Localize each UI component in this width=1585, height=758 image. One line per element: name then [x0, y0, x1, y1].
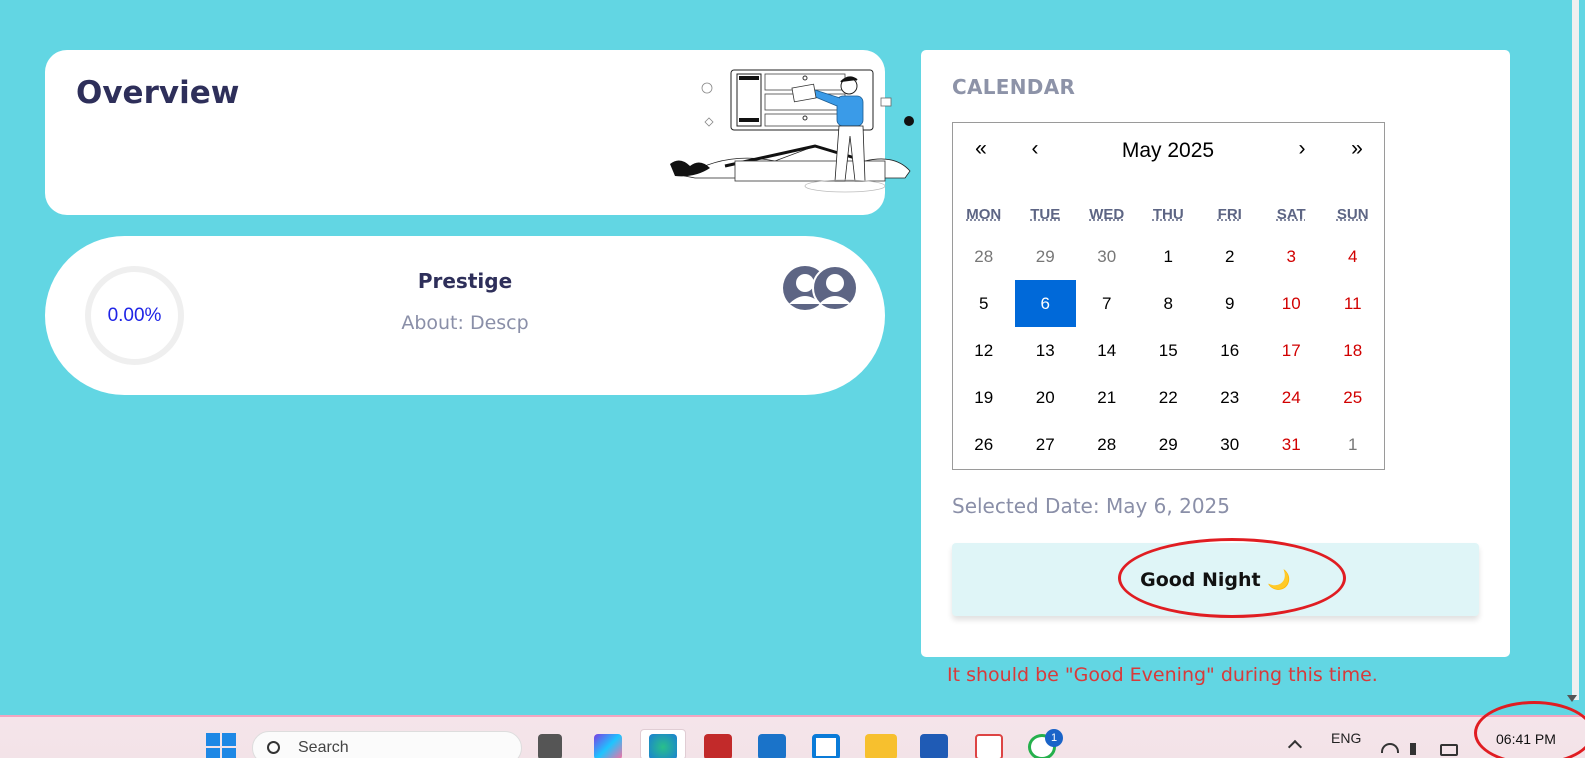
calendar-days-grid: 28 29 30 1 2 3 4 5 6 7 8 9 10 11 12 13 14 15 16 17 18 19 20 21 2… [953, 233, 1386, 468]
weekday-label: FRI [1217, 206, 1242, 223]
profile-card: 0.00% Prestige About: Descp [45, 236, 885, 395]
calendar-day[interactable]: 15 [1138, 327, 1200, 374]
weekday-label: SAT [1276, 206, 1306, 223]
calendar-day[interactable]: 20 [1015, 374, 1077, 421]
search-placeholder: Search [298, 739, 349, 756]
scroll-down-arrow-icon[interactable] [1567, 695, 1577, 702]
selected-date-text: Selected Date: May 6, 2025 [952, 494, 1230, 518]
calendar-day[interactable]: 24 [1261, 374, 1323, 421]
calendar-day[interactable]: 5 [953, 280, 1015, 327]
volume-icon[interactable] [1410, 743, 1424, 755]
calendar-day[interactable]: 1 [1322, 421, 1384, 468]
calendar-day[interactable]: 28 [953, 233, 1015, 280]
calendar-day[interactable]: 4 [1322, 233, 1384, 280]
annotation-note: It should be "Good Evening" during this … [947, 664, 1378, 686]
progress-value: 0.00% [107, 304, 162, 326]
calendar-day[interactable]: 8 [1138, 280, 1200, 327]
weekday-label: THU [1152, 206, 1184, 223]
search-icon [267, 741, 280, 754]
mail-icon[interactable] [704, 734, 732, 758]
prev-year-button[interactable]: « [966, 137, 996, 161]
calendar-day[interactable]: 13 [1015, 327, 1077, 374]
calendar-day[interactable]: 29 [1138, 421, 1200, 468]
calendar-day[interactable]: 31 [1261, 421, 1323, 468]
calendar-day[interactable]: 22 [1138, 374, 1200, 421]
calendar-widget: « ‹ May 2025 › » MON TUE WED THU FRI SAT… [952, 122, 1385, 470]
weekday-label: MON [966, 206, 1002, 223]
word-icon[interactable] [920, 734, 948, 758]
overview-title: Overview [76, 75, 240, 111]
calendar-day[interactable]: 17 [1261, 327, 1323, 374]
calendar-day[interactable]: 25 [1322, 374, 1384, 421]
calendar-day[interactable]: 12 [953, 327, 1015, 374]
calendar-day[interactable]: 30 [1076, 233, 1138, 280]
calendar-day[interactable]: 28 [1076, 421, 1138, 468]
calendar-day[interactable]: 9 [1199, 280, 1261, 327]
store-icon[interactable] [758, 734, 786, 758]
page-scrollbar[interactable] [1563, 0, 1585, 715]
wifi-icon[interactable] [1381, 743, 1399, 753]
calendar-day[interactable]: 19 [953, 374, 1015, 421]
calendar-day[interactable]: 16 [1199, 327, 1261, 374]
copilot-icon[interactable] [594, 734, 622, 758]
edge-logo-icon [649, 734, 677, 758]
calendar-day[interactable]: 18 [1322, 327, 1384, 374]
calendar-title: CALENDAR [952, 75, 1076, 99]
greeting-box: Good Night 🌙 [952, 538, 1479, 618]
whatsapp-notification-badge: 1 [1045, 729, 1063, 747]
taskbar-search[interactable]: Search [252, 731, 522, 758]
weekday-label: WED [1089, 206, 1125, 223]
battery-icon[interactable] [1440, 744, 1458, 756]
task-view-icon[interactable] [538, 734, 562, 758]
calendar-day[interactable]: 26 [953, 421, 1015, 468]
overview-card: Overview [45, 50, 914, 215]
calendar-day[interactable]: 2 [1199, 233, 1261, 280]
snipping-tool-icon[interactable] [975, 734, 1003, 758]
weekday-label: SUN [1336, 206, 1369, 223]
calendar-day[interactable]: 29 [1015, 233, 1077, 280]
calendar-day[interactable]: 21 [1076, 374, 1138, 421]
weekday-header: MON TUE WED THU FRI SAT SUN [953, 206, 1386, 223]
next-month-button[interactable]: › [1287, 137, 1317, 161]
annotation-circle [1118, 538, 1346, 618]
calendar-day-selected[interactable]: 6 [1014, 280, 1076, 327]
next-year-button[interactable]: » [1342, 137, 1372, 161]
calendar-day[interactable]: 23 [1199, 374, 1261, 421]
language-indicator[interactable]: ENG [1331, 730, 1361, 746]
profile-name: Prestige [417, 269, 513, 293]
calendar-month-label[interactable]: May 2025 [1073, 139, 1263, 163]
chevron-up-icon[interactable] [1287, 739, 1303, 755]
windows-start-icon[interactable] [206, 733, 236, 758]
calendar-day[interactable]: 14 [1076, 327, 1138, 374]
weekday-label: TUE [1030, 206, 1061, 223]
calendar-day[interactable]: 3 [1261, 233, 1323, 280]
calendar-day[interactable]: 30 [1199, 421, 1261, 468]
calendar-day[interactable]: 11 [1322, 280, 1384, 327]
file-explorer-icon[interactable] [865, 734, 897, 758]
taskbar: Search 1 ENG 06:41 PM [0, 701, 1585, 758]
calendar-day[interactable]: 27 [1015, 421, 1077, 468]
calendar-day[interactable]: 7 [1076, 280, 1138, 327]
users-icon[interactable] [781, 264, 861, 312]
profile-about: About: Descp [401, 312, 529, 334]
cortana-icon[interactable] [812, 734, 840, 758]
prev-month-button[interactable]: ‹ [1020, 137, 1050, 161]
progress-ring: 0.00% [85, 266, 184, 365]
calendar-card: CALENDAR « ‹ May 2025 › » MON TUE WED TH… [921, 50, 1510, 657]
calendar-day[interactable]: 10 [1261, 280, 1323, 327]
calendar-day[interactable]: 1 [1138, 233, 1200, 280]
person-at-cabinet-illustration [670, 69, 914, 193]
scrollbar-thumb[interactable] [1572, 0, 1579, 700]
annotation-circle-clock [1474, 701, 1585, 758]
